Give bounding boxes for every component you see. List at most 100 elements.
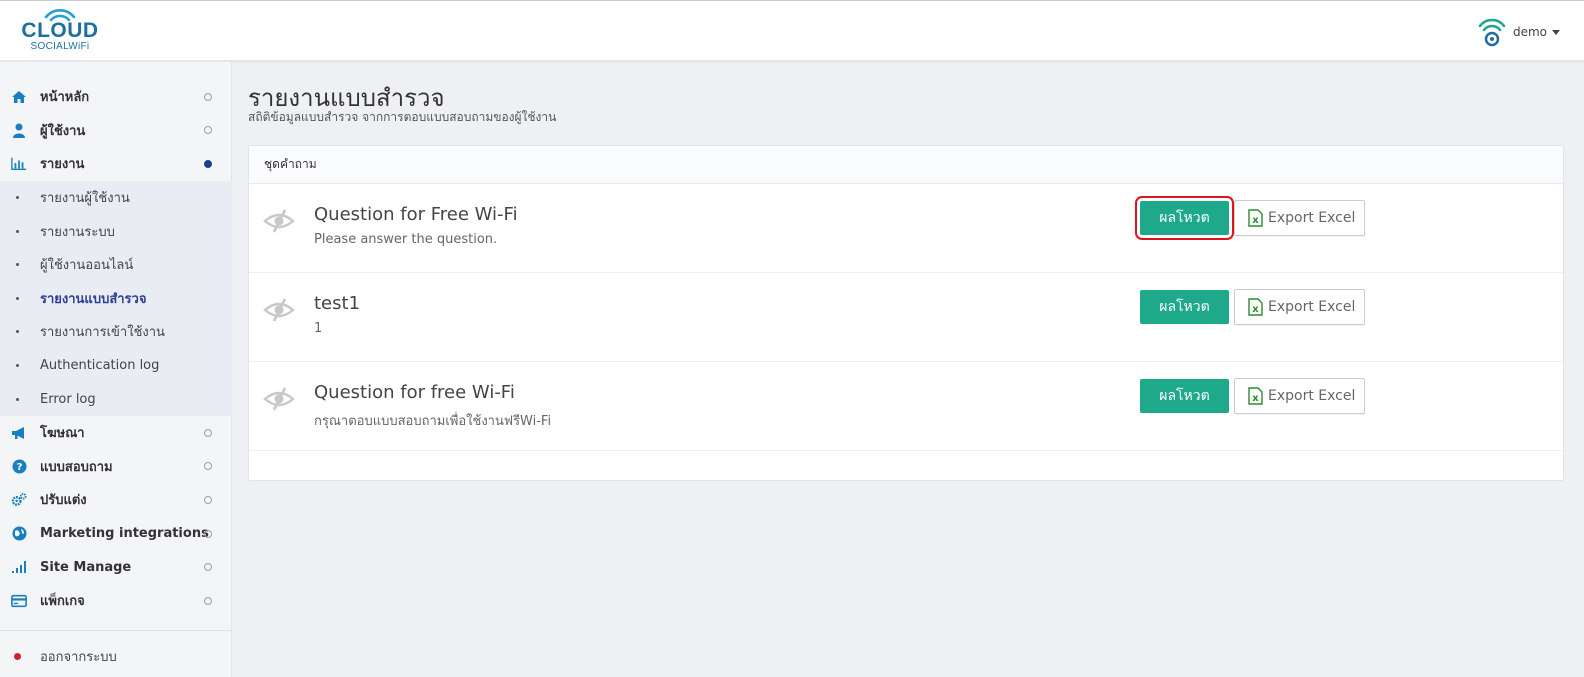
sidebar-subitem-error-log[interactable]: Error log (0, 382, 232, 416)
sidebar-subitem-label: รายงานระบบ (40, 224, 115, 240)
status-dot (204, 462, 212, 471)
wifi-avatar-icon (1478, 18, 1506, 47)
sidebar-item-label: โฆษณา (40, 426, 85, 442)
export-excel-button[interactable]: x Export Excel (1234, 289, 1365, 325)
svg-text:x: x (1252, 304, 1259, 315)
sidebar-item-label: หน้าหลัก (40, 90, 90, 106)
sidebar-item-home[interactable]: หน้าหลัก (0, 80, 232, 114)
sidebar-item-users[interactable]: ผู้ใช้งาน (0, 114, 232, 148)
user-icon (11, 122, 27, 138)
sidebar-item-label: ผู้ใช้งาน (40, 123, 86, 139)
export-excel-label: Export Excel (1268, 299, 1356, 315)
bullet (16, 263, 19, 267)
status-dot (204, 596, 212, 605)
vote-results-button[interactable]: ผลโหวต (1135, 196, 1234, 240)
sidebar-subitem-label: รายงานแบบสำรวจ (40, 291, 147, 307)
sidebar-item-ads[interactable]: โฆษณา (0, 416, 232, 450)
export-excel-label: Export Excel (1268, 210, 1356, 226)
reports-submenu: รายงานผู้ใช้งาน รายงานระบบ ผู้ใช้งานออนไ… (0, 180, 232, 416)
signal-icon (11, 559, 27, 575)
survey-description: Please answer the question. (314, 232, 498, 247)
export-excel-button[interactable]: x Export Excel (1234, 200, 1365, 236)
survey-description: กรุณาตอบแบบสอบถามเพื่อใช้งานฟรีWi-Fi (314, 414, 552, 429)
logout-button[interactable]: ออกจากระบบ (0, 645, 232, 667)
bullet (16, 296, 19, 300)
bullet (16, 397, 19, 401)
sidebar-item-reports[interactable]: รายงาน (0, 147, 232, 181)
sidebar-subitem-online-users[interactable]: ผู้ใช้งานออนไลน์ (0, 248, 232, 282)
svg-text:x: x (1252, 393, 1259, 404)
status-dot (204, 92, 212, 101)
cogs-icon (11, 492, 27, 508)
sidebar: หน้าหลัก ผู้ใช้งาน รายงาน รายงานผู้ใช้งา… (0, 62, 232, 677)
home-icon (11, 89, 27, 105)
eye-slash-icon (263, 387, 295, 411)
logout-label: ออกจากระบบ (40, 649, 117, 665)
top-header: CLOUD SOCIALWiFi demo (0, 0, 1584, 61)
bullet (16, 229, 19, 233)
sidebar-item-label: ปรับแต่ง (40, 493, 87, 509)
svg-text:x: x (1252, 215, 1259, 226)
sidebar-item-packages[interactable]: แพ็กเกจ (0, 584, 232, 618)
sidebar-subitem-access-report[interactable]: รายงานการเข้าใช้งาน (0, 315, 232, 349)
bullet (16, 364, 19, 368)
logout-section: ออกจากระบบ (0, 630, 232, 677)
sidebar-item-label: รายงาน (40, 157, 85, 173)
sidebar-item-label: Marketing integrations (40, 526, 209, 542)
survey-title: Question for free Wi-Fi (314, 382, 515, 403)
survey-row: Question for free Wi-Fi กรุณาตอบแบบสอบถา… (249, 362, 1563, 451)
status-dot (204, 428, 212, 437)
page-subtitle: สถิติข้อมูลแบบสำรวจ จากการตอบแบบสอบถามขอ… (248, 110, 557, 124)
vote-results-button[interactable]: ผลโหวต (1140, 290, 1229, 324)
active-dot (204, 159, 212, 168)
sidebar-item-customize[interactable]: ปรับแต่ง (0, 483, 232, 517)
credit-card-icon (11, 593, 27, 609)
sidebar-subitem-authentication-log[interactable]: Authentication log (0, 349, 232, 383)
sidebar-subitem-survey-report[interactable]: รายงานแบบสำรวจ (0, 282, 232, 316)
sidebar-item-marketing-integrations[interactable]: Marketing integrations (0, 517, 232, 551)
svg-text:?: ? (16, 462, 22, 473)
eye-slash-icon (263, 298, 295, 322)
survey-panel: ชุดคำถาม Question for Free Wi-Fi Please … (248, 145, 1564, 481)
sidebar-subitem-label: Authentication log (40, 358, 160, 374)
sidebar-subitem-label: Error log (40, 391, 96, 407)
sidebar-subitem-label: รายงานการเข้าใช้งาน (40, 325, 165, 341)
eye-slash-icon (263, 209, 295, 233)
excel-icon: x (1248, 387, 1263, 405)
survey-description: 1 (314, 321, 323, 336)
survey-title: test1 (314, 293, 361, 314)
user-menu[interactable]: demo (1477, 15, 1560, 49)
logout-dot-icon (14, 652, 21, 660)
sidebar-item-site-manage[interactable]: Site Manage (0, 550, 232, 584)
sidebar-item-label: แพ็กเกจ (40, 594, 85, 610)
export-excel-label: Export Excel (1268, 388, 1356, 404)
sidebar-subitem-system-report[interactable]: รายงานระบบ (0, 214, 232, 248)
sidebar-item-label: Site Manage (40, 559, 132, 575)
survey-title: Question for Free Wi-Fi (314, 204, 518, 225)
status-dot (204, 529, 212, 538)
chevron-down-icon (1552, 29, 1560, 35)
sidebar-subitem-user-report[interactable]: รายงานผู้ใช้งาน (0, 181, 232, 215)
sidebar-item-survey[interactable]: ? แบบสอบถาม (0, 450, 232, 484)
excel-icon: x (1248, 209, 1263, 227)
logo-subtitle: SOCIALWiFi (30, 41, 90, 52)
bullet (16, 330, 19, 334)
sidebar-subitem-label: ผู้ใช้งานออนไลน์ (40, 258, 134, 274)
survey-row: test1 1 ผลโหวต x Export Excel (249, 273, 1563, 362)
status-dot (204, 495, 212, 504)
bar-chart-icon (11, 156, 27, 172)
megaphone-icon (11, 425, 27, 441)
export-excel-button[interactable]: x Export Excel (1234, 378, 1365, 414)
excel-icon: x (1248, 298, 1263, 316)
sidebar-subitem-label: รายงานผู้ใช้งาน (40, 191, 130, 207)
vote-results-button[interactable]: ผลโหวต (1140, 379, 1229, 413)
user-name: demo (1512, 25, 1547, 39)
sidebar-menu: หน้าหลัก ผู้ใช้งาน รายงาน รายงานผู้ใช้งา… (0, 80, 232, 618)
panel-heading: ชุดคำถาม (249, 146, 1563, 184)
bullet (16, 196, 19, 200)
cloud-social-wifi-logo[interactable]: CLOUD SOCIALWiFi (20, 5, 100, 57)
globe-icon (11, 526, 27, 542)
logo-word: CLOUD (21, 19, 99, 42)
status-dot (204, 563, 212, 572)
survey-row: Question for Free Wi-Fi Please answer th… (249, 184, 1563, 273)
